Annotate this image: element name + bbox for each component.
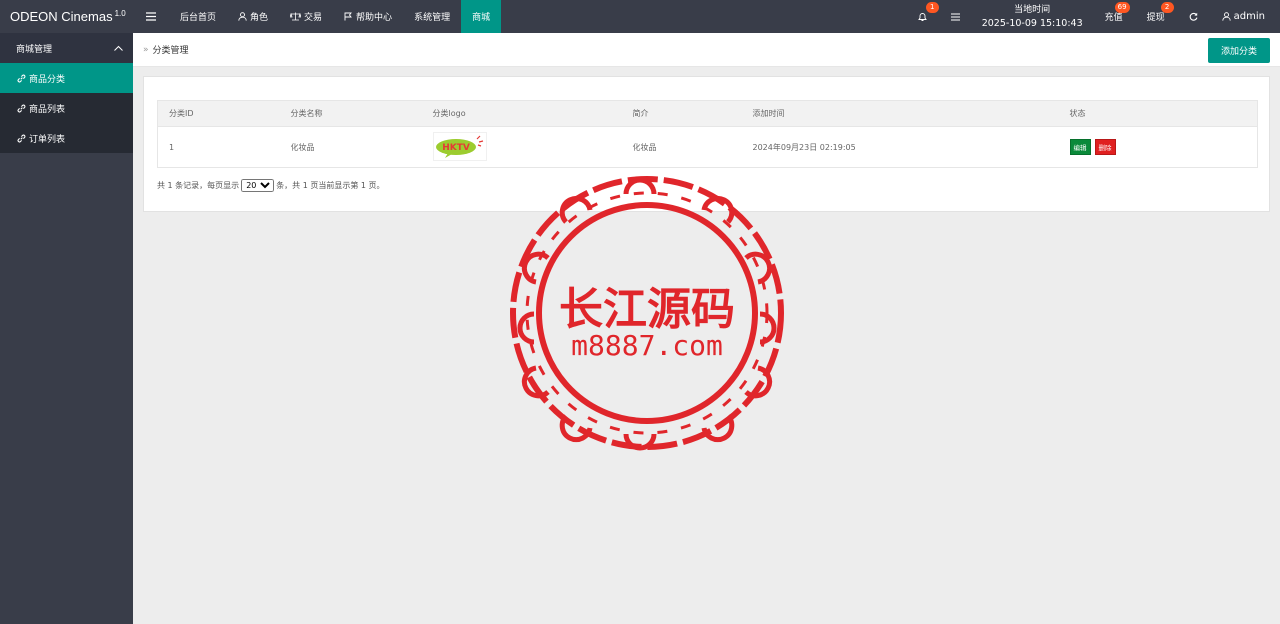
nav-label: 交易	[304, 13, 323, 23]
category-table: 分类ID 分类名称 分类logo 简介 添加时间 状态 1 化妆品 HKTV 化…	[157, 100, 1258, 168]
notification-button[interactable]: 1	[906, 0, 939, 33]
hktv-logo: HKTV	[435, 135, 483, 158]
chevron-up-icon	[114, 45, 123, 51]
local-time: 当地时间 2025-10-09 15:10:43	[972, 0, 1093, 33]
sidebar-group-label: 商城管理	[16, 44, 53, 55]
top-nav: 后台首页 角色 交易 帮助中心 系统管理 商城	[133, 0, 502, 33]
table-header-row: 分类ID 分类名称 分类logo 简介 添加时间 状态	[157, 100, 1258, 127]
column-header[interactable]: 分类logo	[421, 100, 622, 127]
sidebar-item-order-list[interactable]: 订单列表	[0, 123, 133, 153]
cell-id: 1	[157, 126, 280, 168]
link-icon	[17, 74, 26, 83]
sidebar-item-label: 商品分类	[29, 74, 66, 85]
nav-item-mall[interactable]: 商城	[461, 0, 502, 33]
brand-version: 1.0	[114, 9, 126, 18]
sidebar-item-label: 订单列表	[29, 134, 66, 145]
cell-status: 编辑 删除	[1058, 126, 1258, 168]
pagination-suffix: 条，共 1 页当前显示第 1 页。	[276, 181, 385, 190]
user-menu[interactable]: admin	[1210, 0, 1280, 33]
nav-label: 帮助中心	[356, 13, 393, 23]
top-bar: ODEON Cinemas 1.0 后台首页 角色 交易 帮助中心 系统管理 商城	[0, 0, 1280, 33]
scale-icon	[290, 12, 302, 21]
list-menu-button[interactable]	[939, 0, 972, 33]
column-header[interactable]: 简介	[621, 100, 742, 127]
withdraw-button[interactable]: 提现 2	[1135, 0, 1177, 33]
pagination-prefix: 共 1 条记录，每页显示	[157, 181, 240, 190]
menu-icon	[146, 12, 156, 21]
nav-label: 系统管理	[414, 13, 451, 23]
bell-icon	[917, 12, 927, 21]
withdraw-label: 提现	[1146, 13, 1165, 23]
nav-item-help[interactable]: 帮助中心	[333, 0, 403, 33]
column-header[interactable]: 分类ID	[157, 100, 280, 127]
watermark-stamp: 长江源码 m8887.com	[510, 176, 784, 451]
double-chevron-right-icon: »	[143, 44, 149, 55]
notification-badge: 1	[925, 2, 939, 13]
user-icon	[1222, 12, 1231, 21]
nav-item-role[interactable]: 角色	[227, 0, 279, 33]
menu-toggle-button[interactable]	[133, 0, 169, 33]
breadcrumb-current: 分类管理	[152, 46, 189, 56]
cell-name: 化妆品	[279, 126, 422, 168]
refresh-button[interactable]	[1177, 0, 1210, 33]
column-header[interactable]: 分类名称	[279, 100, 422, 127]
sidebar-item-category[interactable]: 商品分类	[0, 63, 133, 93]
sidebar-group-mall[interactable]: 商城管理	[0, 33, 133, 63]
sidebar-item-product-list[interactable]: 商品列表	[0, 93, 133, 123]
link-icon	[17, 104, 26, 113]
cell-intro: 化妆品	[621, 126, 742, 168]
nav-label: 后台首页	[180, 13, 217, 23]
column-header[interactable]: 状态	[1058, 100, 1258, 127]
local-time-value: 2025-10-09 15:10:43	[981, 17, 1083, 29]
brand-name: ODEON Cinemas	[10, 9, 113, 24]
column-header[interactable]: 添加时间	[741, 100, 1059, 127]
username: admin	[1233, 11, 1265, 22]
recharge-button[interactable]: 充值 69	[1093, 0, 1135, 33]
withdraw-badge: 2	[1160, 2, 1174, 13]
table-row: 1 化妆品 HKTV 化妆品 2024年09月23日 02:19:05 编辑 删…	[157, 126, 1258, 168]
nav-label: 角色	[250, 13, 269, 23]
watermark-url: m8887.com	[571, 329, 723, 362]
breadcrumb: » 分类管理 添加分类	[133, 33, 1280, 67]
page-size-select[interactable]: 20	[241, 179, 275, 192]
menu-icon	[950, 13, 960, 20]
add-category-button[interactable]: 添加分类	[1208, 38, 1270, 63]
category-logo-image: HKTV	[432, 132, 487, 162]
flag-icon	[344, 12, 353, 21]
nav-item-system[interactable]: 系统管理	[403, 0, 461, 33]
sidebar-item-label: 商品列表	[29, 104, 66, 115]
recharge-badge: 69	[1114, 2, 1130, 13]
local-time-label: 当地时间	[1014, 4, 1051, 15]
edit-button[interactable]: 编辑	[1069, 139, 1091, 155]
nav-label: 商城	[472, 13, 491, 23]
header-right: 1 当地时间 2025-10-09 15:10:43 充值 69 提现 2 ad…	[906, 0, 1280, 33]
delete-button[interactable]: 删除	[1094, 139, 1116, 155]
cell-time: 2024年09月23日 02:19:05	[741, 126, 1059, 168]
user-icon	[238, 12, 247, 21]
nav-item-trade[interactable]: 交易	[279, 0, 333, 33]
cell-logo: HKTV	[421, 126, 622, 168]
pagination: 共 1 条记录，每页显示 20 条，共 1 页当前显示第 1 页。	[157, 179, 385, 192]
app-brand[interactable]: ODEON Cinemas 1.0	[0, 0, 133, 33]
watermark-title: 长江源码	[559, 284, 735, 335]
link-icon	[17, 134, 26, 143]
sidebar: 商城管理 商品分类 商品列表 订单列表	[0, 33, 133, 624]
logo-text: HKTV	[442, 143, 470, 153]
refresh-icon	[1189, 12, 1198, 21]
nav-item-home[interactable]: 后台首页	[169, 0, 227, 33]
